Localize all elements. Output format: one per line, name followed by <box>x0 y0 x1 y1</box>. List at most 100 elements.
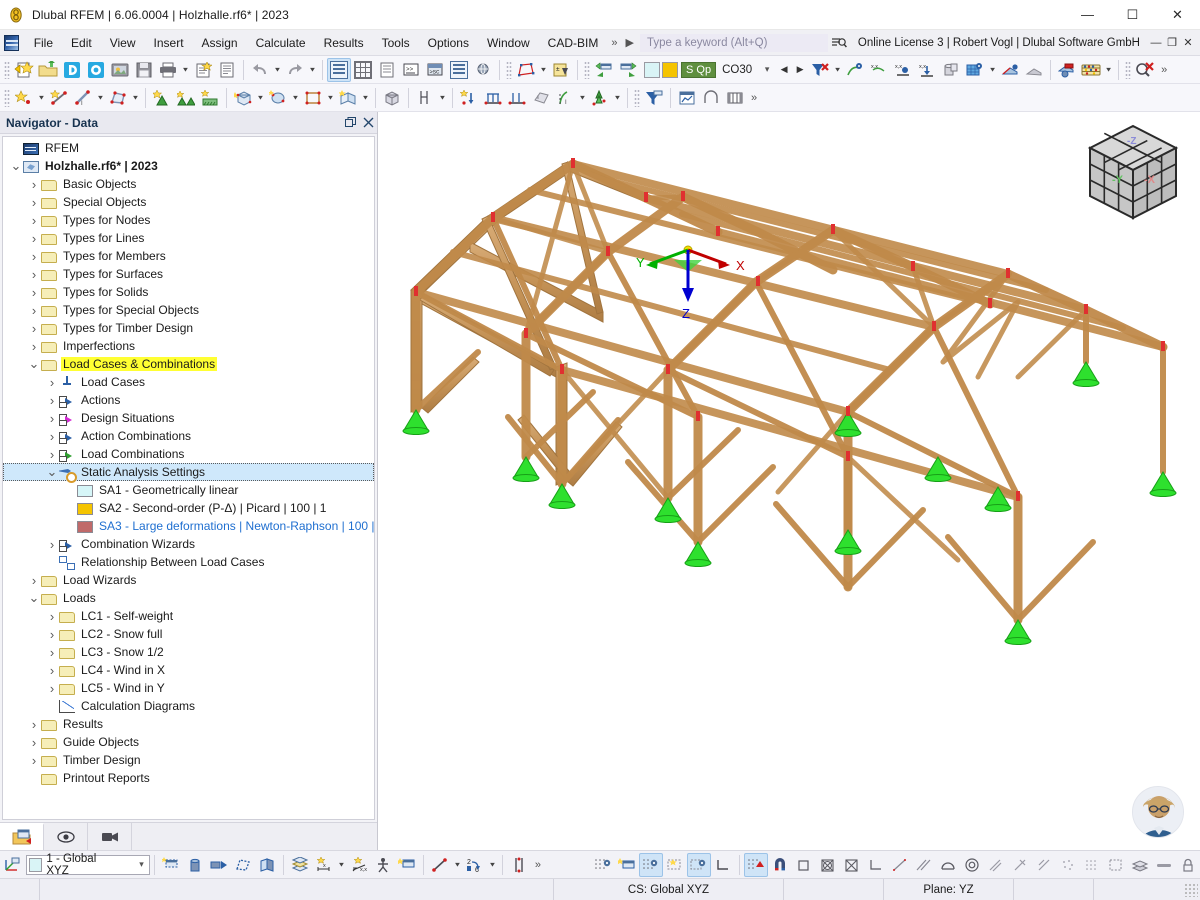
show-deformation-icon[interactable] <box>843 58 867 82</box>
tree-item-relationship-between-load-cases[interactable]: Relationship Between Load Cases <box>3 553 374 571</box>
menu-item-edit[interactable]: Edit <box>62 32 101 54</box>
clear-results-icon[interactable] <box>808 58 832 82</box>
tree-item-load-cases[interactable]: ›Load Cases <box>3 373 374 391</box>
tree-item-types-for-surfaces[interactable]: ›Types for Surfaces <box>3 265 374 283</box>
render-results-icon[interactable] <box>963 58 987 82</box>
mirror-object-icon[interactable] <box>255 853 279 877</box>
load-case-dropdown-icon[interactable]: ▾ <box>758 64 776 75</box>
chevron-right-icon[interactable]: › <box>45 627 59 642</box>
chevron-right-icon[interactable]: › <box>45 447 59 462</box>
tree-item-load-wizards[interactable]: ›Load Wizards <box>3 571 374 589</box>
close-icon[interactable] <box>359 113 377 133</box>
menu-item-calculate[interactable]: Calculate <box>247 32 315 54</box>
rect-snap-icon[interactable] <box>816 853 840 877</box>
tree-item-lc1-self-weight[interactable]: ›LC1 - Self-weight <box>3 607 374 625</box>
new-line-set-caret-icon[interactable] <box>325 86 336 110</box>
chevron-right-icon[interactable]: › <box>27 735 41 750</box>
new-nodal-load-icon[interactable] <box>457 86 481 110</box>
chevron-down-icon[interactable]: ⌄ <box>45 469 59 475</box>
edit-values-icon[interactable]: ± <box>549 58 573 82</box>
nearest-snap-icon[interactable] <box>1032 853 1056 877</box>
undo-icon[interactable] <box>248 58 272 82</box>
animation-icon[interactable] <box>723 86 747 110</box>
tree-item-lc4-wind-in-x[interactable]: ›LC4 - Wind in X <box>3 661 374 679</box>
new-work-plane-icon[interactable] <box>159 853 183 877</box>
delete-object-icon[interactable] <box>183 853 207 877</box>
toolbar-grip[interactable] <box>4 89 10 107</box>
open-folder-icon[interactable] <box>36 58 60 82</box>
table-icon[interactable] <box>351 58 375 82</box>
new-imperfection-caret-icon[interactable] <box>577 86 588 110</box>
chevron-right-icon[interactable]: › <box>27 177 41 192</box>
toolbar-overflow-icon[interactable]: » <box>1157 62 1171 78</box>
snap-caret-icon[interactable] <box>452 853 463 877</box>
tree-item-sa1-geometrically-linear[interactable]: SA1 - Geometrically linear <box>3 481 374 499</box>
chevron-right-icon[interactable]: › <box>45 645 59 660</box>
tree-item-types-for-special-objects[interactable]: ›Types for Special Objects <box>3 301 374 319</box>
load-case-next-icon[interactable] <box>616 58 640 82</box>
timber-hall-model[interactable]: X Y Z <box>378 112 1200 850</box>
calculate-icon[interactable] <box>1079 58 1103 82</box>
object-snap-icon[interactable] <box>615 853 639 877</box>
new-line-support-icon[interactable] <box>174 86 198 110</box>
tree-item-action-combinations[interactable]: ›Action Combinations <box>3 427 374 445</box>
new-opening-caret-icon[interactable] <box>290 86 301 110</box>
load-case-next-button[interactable]: ▶ <box>792 64 808 75</box>
new-printout-report-icon[interactable] <box>191 58 215 82</box>
arc-icon[interactable] <box>699 86 723 110</box>
new-nodal-support-icon[interactable] <box>150 86 174 110</box>
dlubal-center-icon[interactable] <box>60 58 84 82</box>
tree-item-loads[interactable]: ⌄Loads <box>3 589 374 607</box>
navigator-data-tab-icon[interactable] <box>0 823 44 850</box>
select-objects-icon[interactable] <box>514 58 538 82</box>
chevron-right-icon[interactable]: › <box>27 321 41 336</box>
new-member-set-icon[interactable] <box>336 86 360 110</box>
console-icon[interactable]: >> <box>399 58 423 82</box>
calculate-caret-icon[interactable] <box>1103 58 1114 82</box>
dimension-xx-icon[interactable]: x,x <box>347 853 371 877</box>
magnet-icon[interactable] <box>768 853 792 877</box>
new-member-load-icon[interactable] <box>505 86 529 110</box>
layers-icon[interactable] <box>288 853 312 877</box>
circle-snap-icon[interactable] <box>960 853 984 877</box>
new-node-caret-icon[interactable] <box>36 86 47 110</box>
tree-item-lc3-snow-1-2[interactable]: ›LC3 - Snow 1/2 <box>3 643 374 661</box>
chevron-right-icon[interactable]: › <box>27 195 41 210</box>
ortho-snap-icon[interactable] <box>687 853 711 877</box>
tree-item-imperfections[interactable]: ›Imperfections <box>3 337 374 355</box>
chevron-down-icon[interactable]: ⌄ <box>27 361 41 367</box>
chevron-right-icon[interactable]: › <box>45 681 59 696</box>
point-snap-icon[interactable] <box>639 853 663 877</box>
bottom-toolbar-overflow-icon[interactable]: » <box>531 857 545 873</box>
doc-restore-button[interactable]: ❐ <box>1164 33 1180 53</box>
tree-item-static-analysis-settings[interactable]: ⌄Static Analysis Settings <box>3 463 374 481</box>
tree-item-lc2-snow-full[interactable]: ›LC2 - Snow full <box>3 625 374 643</box>
rotate-object-icon[interactable] <box>231 853 255 877</box>
toolbar-grip[interactable] <box>634 89 640 107</box>
chevron-right-icon[interactable]: › <box>27 213 41 228</box>
tree-item-load-cases-combinations[interactable]: ⌄Load Cases & Combinations <box>3 355 374 373</box>
arc-snap-icon[interactable] <box>936 853 960 877</box>
menu-item-insert[interactable]: Insert <box>145 32 193 54</box>
filter-icon[interactable] <box>642 86 666 110</box>
tree-item-types-for-members[interactable]: ›Types for Members <box>3 247 374 265</box>
menu-overflow-icon[interactable]: » <box>607 35 621 51</box>
load-case-prev-button[interactable]: ◀ <box>776 64 792 75</box>
new-node-icon[interactable] <box>12 86 36 110</box>
tree-item-results[interactable]: ›Results <box>3 715 374 733</box>
cs-dropdown-icon[interactable]: ▾ <box>134 859 149 870</box>
tree-item-holzhalle-rf6-2023[interactable]: ⌄Holzhalle.rf6* | 2023 <box>3 157 374 175</box>
toolbar-grip[interactable] <box>506 61 512 79</box>
toolbar-grip[interactable] <box>4 61 10 79</box>
menu-item-options[interactable]: Options <box>419 32 478 54</box>
tables-list-icon[interactable] <box>375 58 399 82</box>
chevron-down-icon[interactable]: ⌄ <box>27 595 41 601</box>
chevron-right-icon[interactable]: › <box>45 411 59 426</box>
print-caret-icon[interactable] <box>180 58 191 82</box>
tree-item-types-for-timber-design[interactable]: ›Types for Timber Design <box>3 319 374 337</box>
grid-snap-icon[interactable] <box>591 853 615 877</box>
user-avatar[interactable] <box>1132 786 1184 838</box>
toolbar-grip[interactable] <box>584 61 590 79</box>
new-member-support-icon[interactable] <box>198 86 222 110</box>
new-line-icon[interactable] <box>47 86 71 110</box>
